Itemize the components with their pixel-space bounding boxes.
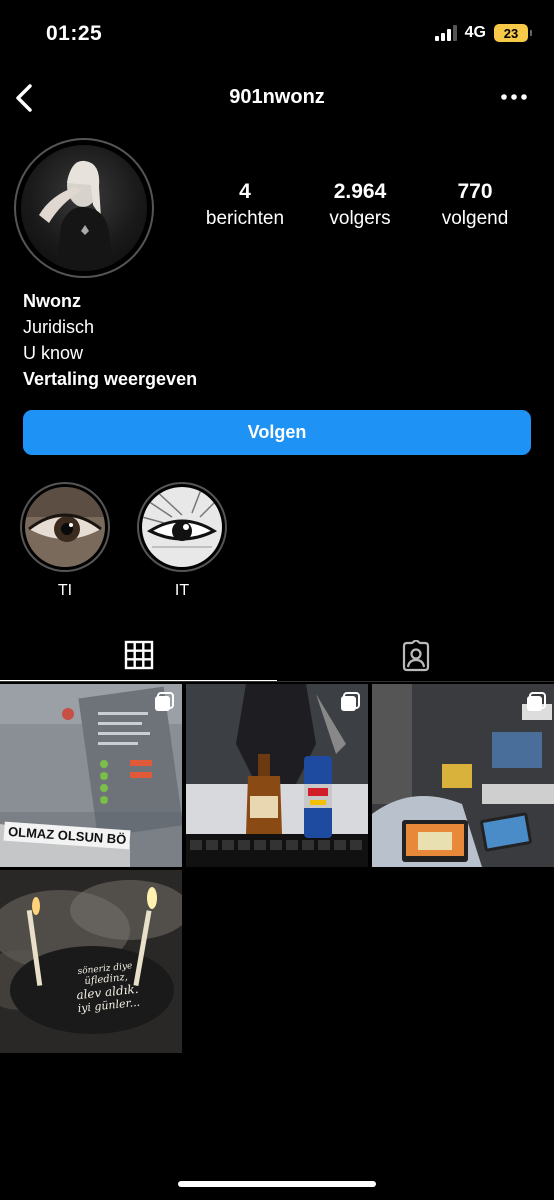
highlight-ti[interactable]: TI xyxy=(20,482,110,600)
follow-button[interactable]: Volgen xyxy=(23,410,531,455)
tab-divider xyxy=(0,681,554,682)
bio-line: Juridisch xyxy=(23,317,95,337)
multi-post-icon xyxy=(527,692,546,711)
avatar[interactable] xyxy=(14,138,154,278)
profile-stats: 4 berichten 2.964 volgers 770 volgend xyxy=(190,180,530,230)
stat-followers[interactable]: 2.964 volgers xyxy=(305,180,415,230)
home-indicator[interactable] xyxy=(178,1181,376,1187)
bio-line: U know xyxy=(23,343,84,363)
stat-posts[interactable]: 4 berichten xyxy=(190,180,300,230)
grid-icon xyxy=(124,640,153,670)
profile-bio: Nwonz Juridisch U know Vertaling weergev… xyxy=(23,288,197,392)
stat-value: 4 xyxy=(239,180,251,203)
avatar-image xyxy=(21,145,147,271)
profile-name: Nwonz xyxy=(23,291,81,311)
highlight-label: TI xyxy=(57,582,73,599)
network-type: 4G xyxy=(464,24,486,41)
stat-label: berichten xyxy=(205,208,285,229)
stat-label: volgers xyxy=(329,208,391,229)
status-bar: 01:25 4G 23 xyxy=(0,0,554,70)
post-thumbnail[interactable]: OLMAZ OLSUN BÖ xyxy=(0,684,182,867)
battery-level: 23 xyxy=(503,25,519,41)
page-title: 901nwonz xyxy=(229,86,325,108)
multi-post-icon xyxy=(155,692,174,711)
translate-link[interactable]: Vertaling weergeven xyxy=(23,366,197,392)
highlight-it[interactable]: IT xyxy=(137,482,227,600)
tab-tagged[interactable] xyxy=(277,630,554,682)
highlight-image xyxy=(25,487,105,567)
post-thumbnail[interactable]: söneriz diye üfledinz, alev aldık. iyi g… xyxy=(0,870,182,1053)
profile-tabs xyxy=(0,630,554,682)
highlight-ring xyxy=(20,482,110,572)
battery-icon: 23 xyxy=(494,24,532,42)
post-thumbnail[interactable] xyxy=(186,684,368,867)
status-time: 01:25 xyxy=(46,22,103,45)
tagged-person-icon xyxy=(402,640,429,672)
stat-value: 770 xyxy=(457,180,493,203)
stat-following[interactable]: 770 volgend xyxy=(420,180,530,230)
tab-posts[interactable] xyxy=(0,630,277,682)
stat-value: 2.964 xyxy=(333,180,387,203)
highlight-ring xyxy=(137,482,227,572)
post-thumbnail[interactable] xyxy=(372,684,554,867)
highlight-label: IT xyxy=(174,582,190,599)
signal-icon xyxy=(434,25,457,41)
multi-post-icon xyxy=(341,692,360,711)
more-horizontal-icon[interactable] xyxy=(498,84,530,110)
stat-label: volgend xyxy=(441,208,509,229)
status-indicators: 4G 23 xyxy=(434,24,532,42)
profile-header: 901nwonz xyxy=(0,78,554,118)
highlight-image xyxy=(142,487,222,567)
